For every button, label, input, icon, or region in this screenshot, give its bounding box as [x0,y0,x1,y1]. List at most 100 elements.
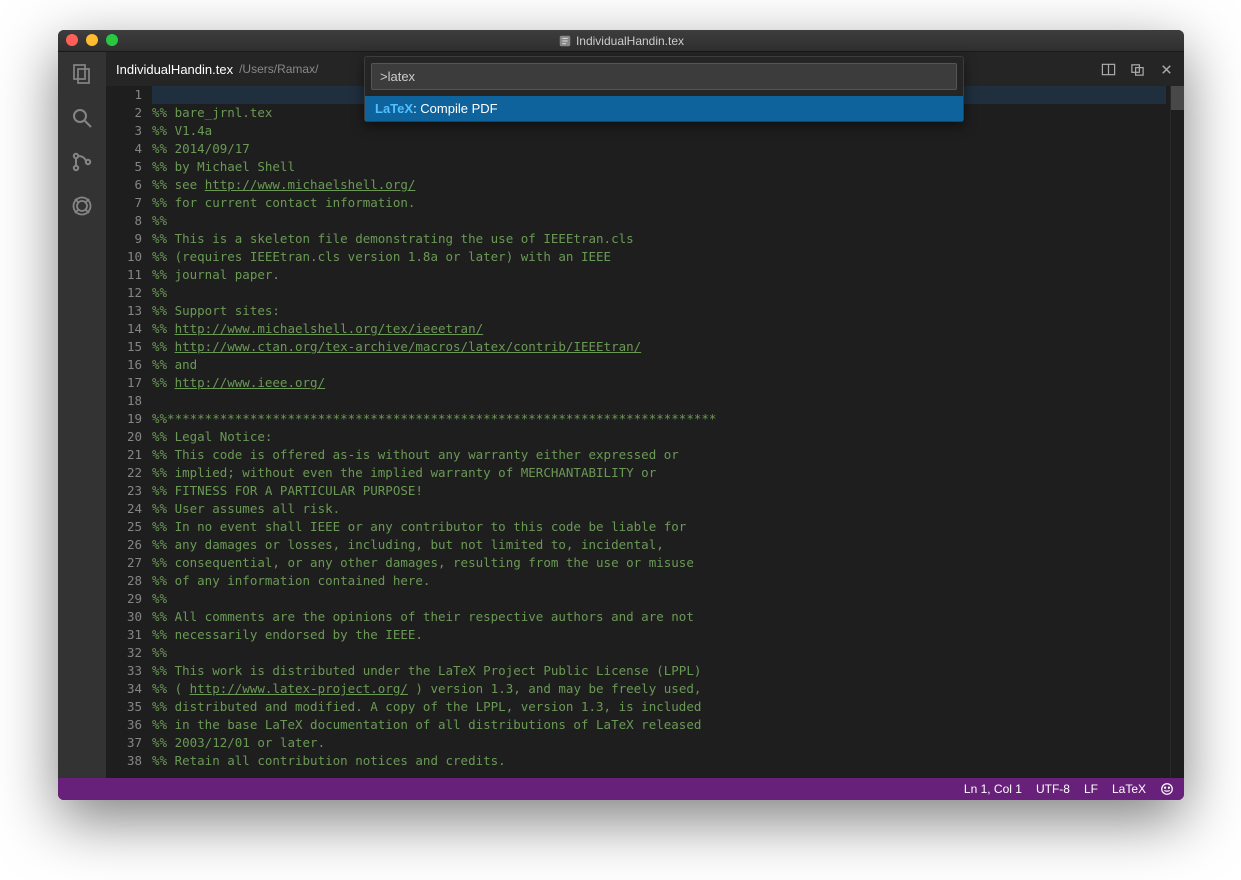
command-palette: LaTeX: Compile PDF [364,56,964,122]
code-line[interactable]: %% for current contact information. [152,194,1166,212]
code-line[interactable]: %% [152,284,1166,302]
link[interactable]: http://www.michaelshell.org/tex/ieeetran… [175,321,484,336]
debug-icon[interactable] [68,192,96,220]
tab-filepath: /Users/Ramax/ [239,62,318,76]
feedback-icon[interactable] [1160,782,1174,796]
maximize-button[interactable] [106,34,118,46]
code-line[interactable]: %% of any information contained here. [152,572,1166,590]
tab-filename[interactable]: IndividualHandin.tex [116,62,233,77]
code-line[interactable]: %% User assumes all risk. [152,500,1166,518]
code-line[interactable]: %% This work is distributed under the La… [152,662,1166,680]
editor-window: IndividualHandin.tex IndividualHandin.te… [58,30,1184,800]
code-area[interactable]: %% bare_jrnl.tex%% V1.4a%% 2014/09/17%% … [152,86,1170,778]
line-number: 15 [106,338,142,356]
code-line[interactable]: %% by Michael Shell [152,158,1166,176]
traffic-lights [66,34,118,46]
explorer-icon[interactable] [68,60,96,88]
code-line[interactable]: %% [152,590,1166,608]
code-line[interactable]: %% consequential, or any other damages, … [152,554,1166,572]
code-line[interactable]: %% journal paper. [152,266,1166,284]
code-line[interactable]: %% FITNESS FOR A PARTICULAR PURPOSE! [152,482,1166,500]
window-title: IndividualHandin.tex [558,34,684,48]
editor-body[interactable]: 1234567891011121314151617181920212223242… [106,86,1184,778]
line-number: 2 [106,104,142,122]
source-control-icon[interactable] [68,148,96,176]
line-number: 7 [106,194,142,212]
line-number: 26 [106,536,142,554]
minimap[interactable] [1170,86,1184,778]
code-line[interactable]: %% distributed and modified. A copy of t… [152,698,1166,716]
line-number: 10 [106,248,142,266]
code-line[interactable]: %% This is a skeleton file demonstrating… [152,230,1166,248]
code-line[interactable]: %% and [152,356,1166,374]
code-line[interactable]: %% (requires IEEEtran.cls version 1.8a o… [152,248,1166,266]
line-number: 38 [106,752,142,770]
line-number: 14 [106,320,142,338]
line-number: 23 [106,482,142,500]
link[interactable]: http://www.ieee.org/ [175,375,326,390]
command-palette-input[interactable] [371,63,957,90]
palette-item-rest: : Compile PDF [413,101,498,116]
editor-area: IndividualHandin.tex /Users/Ramax/ LaTeX… [106,52,1184,778]
code-line[interactable]: %% V1.4a [152,122,1166,140]
code-line[interactable]: %% ( http://www.latex-project.org/ ) ver… [152,680,1166,698]
line-number: 16 [106,356,142,374]
line-number: 9 [106,230,142,248]
line-number: 19 [106,410,142,428]
status-encoding[interactable]: UTF-8 [1036,782,1070,796]
status-language[interactable]: LaTeX [1112,782,1146,796]
code-line[interactable]: %% [152,644,1166,662]
code-line[interactable]: %% Retain all contribution notices and c… [152,752,1166,770]
code-line[interactable]: %% in the base LaTeX documentation of al… [152,716,1166,734]
code-line[interactable]: %% see http://www.michaelshell.org/ [152,176,1166,194]
search-icon[interactable] [68,104,96,132]
command-palette-item[interactable]: LaTeX: Compile PDF [365,96,963,121]
line-number: 31 [106,626,142,644]
minimap-thumb[interactable] [1171,86,1184,110]
split-editor-icon[interactable] [1101,62,1116,77]
link[interactable]: http://www.ctan.org/tex-archive/macros/l… [175,339,642,354]
close-tab-icon[interactable] [1159,62,1174,77]
code-line[interactable]: %% 2014/09/17 [152,140,1166,158]
line-number: 21 [106,446,142,464]
code-line[interactable] [152,392,1166,410]
line-number: 18 [106,392,142,410]
code-line[interactable]: %% http://www.ctan.org/tex-archive/macro… [152,338,1166,356]
line-number: 27 [106,554,142,572]
code-line[interactable]: %% http://www.michaelshell.org/tex/ieeet… [152,320,1166,338]
code-line[interactable]: %% http://www.ieee.org/ [152,374,1166,392]
line-number: 25 [106,518,142,536]
line-number: 29 [106,590,142,608]
status-ln-col[interactable]: Ln 1, Col 1 [964,782,1022,796]
code-line[interactable]: %% any damages or losses, including, but… [152,536,1166,554]
status-bar: Ln 1, Col 1 UTF-8 LF LaTeX [58,778,1184,800]
close-button[interactable] [66,34,78,46]
line-number: 8 [106,212,142,230]
window-titlebar: IndividualHandin.tex [58,30,1184,52]
line-number: 13 [106,302,142,320]
status-eol[interactable]: LF [1084,782,1098,796]
link[interactable]: http://www.latex-project.org/ [190,681,408,696]
line-number: 36 [106,716,142,734]
code-line[interactable]: %% Legal Notice: [152,428,1166,446]
code-line[interactable]: %% implied; without even the implied war… [152,464,1166,482]
line-number: 4 [106,140,142,158]
line-number: 1 [106,86,142,104]
code-line[interactable]: %% Support sites: [152,302,1166,320]
code-line[interactable]: %% All comments are the opinions of thei… [152,608,1166,626]
code-line[interactable]: %% In no event shall IEEE or any contrib… [152,518,1166,536]
more-actions-icon[interactable] [1130,62,1145,77]
line-number: 20 [106,428,142,446]
link[interactable]: http://www.michaelshell.org/ [205,177,416,192]
line-number: 35 [106,698,142,716]
line-number: 24 [106,500,142,518]
palette-item-highlight: LaTeX [375,101,413,116]
minimize-button[interactable] [86,34,98,46]
window-title-text: IndividualHandin.tex [576,34,684,48]
code-line[interactable]: %% 2003/12/01 or later. [152,734,1166,752]
code-line[interactable]: %% necessarily endorsed by the IEEE. [152,626,1166,644]
code-line[interactable]: %%**************************************… [152,410,1166,428]
code-line[interactable]: %% This code is offered as-is without an… [152,446,1166,464]
line-number: 5 [106,158,142,176]
code-line[interactable]: %% [152,212,1166,230]
